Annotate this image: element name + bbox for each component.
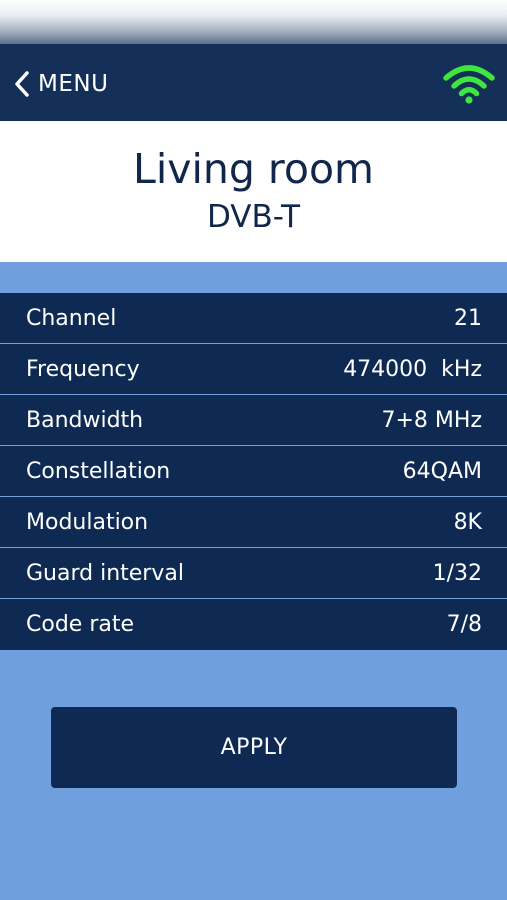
chevron-left-icon (15, 71, 29, 97)
page-subtitle: DVB-T (206, 199, 301, 235)
parameter-label: Guard interval (26, 560, 184, 586)
parameter-row-constellation[interactable]: Constellation 64QAM (0, 446, 507, 497)
parameter-label: Channel (26, 305, 117, 331)
page-title: Living room (133, 145, 374, 193)
parameter-value: 21 (454, 305, 482, 331)
apply-button[interactable]: APPLY (51, 707, 457, 788)
status-bar (0, 0, 507, 44)
menu-back-label: MENU (38, 71, 109, 97)
parameter-row-bandwidth[interactable]: Bandwidth 7+8 MHz (0, 395, 507, 446)
menu-back-button[interactable]: MENU (14, 64, 108, 104)
parameter-value: 8K (453, 509, 482, 535)
parameter-label: Modulation (26, 509, 149, 535)
parameter-value: 64QAM (402, 458, 482, 484)
nav-bar: MENU (0, 44, 507, 121)
parameter-label: Bandwidth (26, 407, 144, 433)
parameter-row-frequency[interactable]: Frequency 474000 kHz (0, 344, 507, 395)
parameter-label: Code rate (26, 612, 135, 637)
parameter-value: 474000 kHz (343, 356, 482, 382)
title-panel: Living room DVB-T (0, 121, 507, 262)
parameter-row-guard-interval[interactable]: Guard interval 1/32 (0, 548, 507, 599)
parameter-value: 1/32 (432, 560, 482, 586)
parameter-value: 7/8 (446, 612, 482, 637)
parameter-row-code-rate[interactable]: Code rate 7/8 (0, 599, 507, 650)
parameter-row-modulation[interactable]: Modulation 8K (0, 497, 507, 548)
parameters-table: Channel 21 Frequency 474000 kHz Bandwidt… (0, 293, 507, 650)
parameter-value: 7+8 MHz (381, 407, 483, 433)
parameter-label: Frequency (26, 356, 140, 382)
parameter-row-channel[interactable]: Channel 21 (0, 293, 507, 344)
wifi-icon (443, 65, 495, 104)
parameter-label: Constellation (26, 458, 171, 484)
